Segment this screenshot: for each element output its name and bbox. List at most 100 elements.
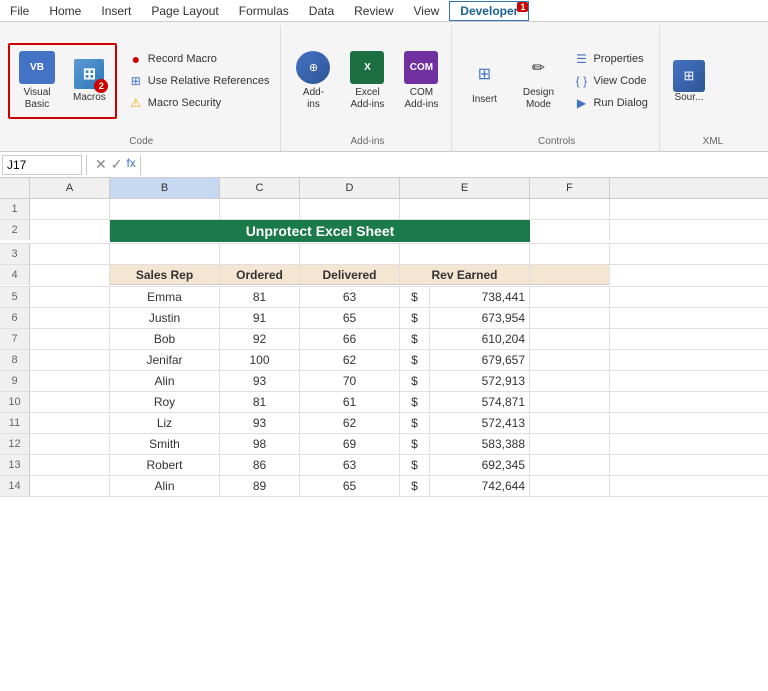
cell-b12[interactable]: Smith bbox=[110, 434, 220, 454]
confirm-formula-icon[interactable]: ✓ bbox=[111, 156, 123, 173]
cell-e8-dollar[interactable]: $ bbox=[400, 350, 430, 370]
cell-c14[interactable]: 89 bbox=[220, 476, 300, 496]
cell-a2[interactable] bbox=[30, 220, 110, 240]
cell-a11[interactable] bbox=[30, 413, 110, 433]
cell-e10-dollar[interactable]: $ bbox=[400, 392, 430, 412]
insert-button[interactable]: ⊞ Insert bbox=[460, 47, 508, 115]
cell-b11[interactable]: Liz bbox=[110, 413, 220, 433]
menu-developer[interactable]: Developer 1 bbox=[449, 1, 529, 21]
formula-input[interactable] bbox=[140, 155, 766, 175]
cell-c5[interactable]: 81 bbox=[220, 287, 300, 307]
menu-page-layout[interactable]: Page Layout bbox=[141, 2, 228, 20]
cell-e11-dollar[interactable]: $ bbox=[400, 413, 430, 433]
cell-f10[interactable] bbox=[530, 392, 610, 412]
cell-e5-dollar[interactable]: $ bbox=[400, 287, 430, 307]
cell-c7[interactable]: 92 bbox=[220, 329, 300, 349]
cell-a12[interactable] bbox=[30, 434, 110, 454]
properties-button[interactable]: ☰ Properties bbox=[568, 49, 652, 69]
cell-c11[interactable]: 93 bbox=[220, 413, 300, 433]
cell-c12[interactable]: 98 bbox=[220, 434, 300, 454]
menu-view[interactable]: View bbox=[404, 2, 450, 20]
cell-a9[interactable] bbox=[30, 371, 110, 391]
cell-f5[interactable] bbox=[530, 287, 610, 307]
col-header-a[interactable]: A bbox=[30, 178, 110, 198]
cell-b5[interactable]: Emma bbox=[110, 287, 220, 307]
cell-a3[interactable] bbox=[30, 244, 110, 264]
menu-home[interactable]: Home bbox=[39, 2, 91, 20]
cell-e9-dollar[interactable]: $ bbox=[400, 371, 430, 391]
cell-a6[interactable] bbox=[30, 308, 110, 328]
cell-a13[interactable] bbox=[30, 455, 110, 475]
cell-e3[interactable] bbox=[400, 244, 530, 264]
cell-b1[interactable] bbox=[110, 199, 220, 219]
insert-function-icon[interactable]: fx bbox=[126, 156, 135, 173]
menu-file[interactable]: File bbox=[0, 2, 39, 20]
cell-d14[interactable]: 65 bbox=[300, 476, 400, 496]
macros-button[interactable]: ⊞ 2 Macros bbox=[66, 47, 113, 115]
cell-e14-value[interactable]: 742,644 bbox=[430, 476, 530, 496]
cell-a4[interactable] bbox=[30, 265, 110, 285]
cell-d8[interactable]: 62 bbox=[300, 350, 400, 370]
cell-b3[interactable] bbox=[110, 244, 220, 264]
cell-e6-value[interactable]: 673,954 bbox=[430, 308, 530, 328]
cell-c8[interactable]: 100 bbox=[220, 350, 300, 370]
cell-f1[interactable] bbox=[530, 199, 610, 219]
cell-e1[interactable] bbox=[400, 199, 530, 219]
cell-f9[interactable] bbox=[530, 371, 610, 391]
excel-addins-button[interactable]: X ExcelAdd-ins bbox=[343, 47, 391, 115]
cell-e13-value[interactable]: 692,345 bbox=[430, 455, 530, 475]
cell-f7[interactable] bbox=[530, 329, 610, 349]
com-addins-button[interactable]: COM COMAdd-ins bbox=[397, 47, 445, 115]
cell-f6[interactable] bbox=[530, 308, 610, 328]
cell-e7-value[interactable]: 610,204 bbox=[430, 329, 530, 349]
cell-b6[interactable]: Justin bbox=[110, 308, 220, 328]
run-dialog-button[interactable]: ▶ Run Dialog bbox=[568, 93, 652, 113]
cell-e5-value[interactable]: 738,441 bbox=[430, 287, 530, 307]
col-header-b[interactable]: B bbox=[110, 178, 220, 198]
col-header-c[interactable]: C bbox=[220, 178, 300, 198]
cell-d5[interactable]: 63 bbox=[300, 287, 400, 307]
cell-b13[interactable]: Robert bbox=[110, 455, 220, 475]
source-button[interactable]: ⊞ Sour... bbox=[668, 46, 710, 116]
cell-e6-dollar[interactable]: $ bbox=[400, 308, 430, 328]
menu-data[interactable]: Data bbox=[299, 2, 344, 20]
menu-formulas[interactable]: Formulas bbox=[229, 2, 299, 20]
cell-f14[interactable] bbox=[530, 476, 610, 496]
cell-f4[interactable] bbox=[530, 265, 610, 285]
record-macro-button[interactable]: ● Record Macro bbox=[123, 49, 275, 69]
use-relative-button[interactable]: ⊞ Use Relative References bbox=[123, 71, 275, 91]
cell-c1[interactable] bbox=[220, 199, 300, 219]
cell-e13-dollar[interactable]: $ bbox=[400, 455, 430, 475]
cell-a5[interactable] bbox=[30, 287, 110, 307]
cell-e14-dollar[interactable]: $ bbox=[400, 476, 430, 496]
cell-d13[interactable]: 63 bbox=[300, 455, 400, 475]
cell-c9[interactable]: 93 bbox=[220, 371, 300, 391]
cell-f12[interactable] bbox=[530, 434, 610, 454]
cell-a14[interactable] bbox=[30, 476, 110, 496]
visual-basic-button[interactable]: VB VisualBasic bbox=[12, 47, 62, 115]
cell-d9[interactable]: 70 bbox=[300, 371, 400, 391]
cell-a7[interactable] bbox=[30, 329, 110, 349]
cell-e11-value[interactable]: 572,413 bbox=[430, 413, 530, 433]
design-mode-button[interactable]: ✏ DesignMode bbox=[514, 47, 562, 115]
cell-e7-dollar[interactable]: $ bbox=[400, 329, 430, 349]
cell-e12-dollar[interactable]: $ bbox=[400, 434, 430, 454]
name-box[interactable] bbox=[2, 155, 82, 175]
view-code-button[interactable]: { } View Code bbox=[568, 71, 652, 91]
cell-d3[interactable] bbox=[300, 244, 400, 264]
cell-d11[interactable]: 62 bbox=[300, 413, 400, 433]
add-ins-button[interactable]: ⊕ Add-ins bbox=[289, 47, 337, 115]
cell-b10[interactable]: Roy bbox=[110, 392, 220, 412]
col-header-d[interactable]: D bbox=[300, 178, 400, 198]
cell-c13[interactable]: 86 bbox=[220, 455, 300, 475]
cell-b9[interactable]: Alin bbox=[110, 371, 220, 391]
cell-f8[interactable] bbox=[530, 350, 610, 370]
cell-f3[interactable] bbox=[530, 244, 610, 264]
menu-review[interactable]: Review bbox=[344, 2, 403, 20]
cell-c3[interactable] bbox=[220, 244, 300, 264]
cell-d7[interactable]: 66 bbox=[300, 329, 400, 349]
cell-d10[interactable]: 61 bbox=[300, 392, 400, 412]
cell-c10[interactable]: 81 bbox=[220, 392, 300, 412]
cell-e8-value[interactable]: 679,657 bbox=[430, 350, 530, 370]
cell-b7[interactable]: Bob bbox=[110, 329, 220, 349]
